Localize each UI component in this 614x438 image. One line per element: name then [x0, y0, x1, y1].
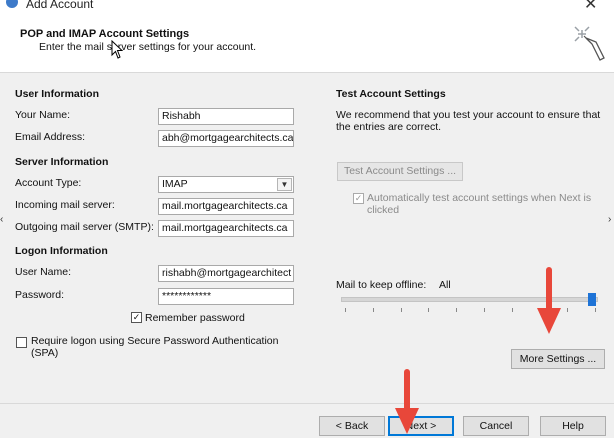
password-label: Password: — [15, 289, 65, 301]
slider-tick — [372, 308, 374, 312]
offline-label: Mail to keep offline: — [336, 279, 427, 291]
slider-tick — [345, 308, 346, 312]
account-type-label: Account Type: — [15, 177, 82, 189]
account-type-value: IMAP — [162, 178, 188, 190]
right-scroll-icon: › — [608, 214, 612, 225]
outgoing-server-label: Outgoing mail server (SMTP): — [15, 221, 154, 233]
server-info-heading: Server Information — [15, 156, 109, 168]
logon-info-heading: Logon Information — [15, 245, 108, 257]
incoming-server-field[interactable]: mail.mortgagearchitects.ca — [158, 198, 294, 215]
email-label: Email Address: — [15, 131, 86, 143]
left-scroll-icon: ‹ — [0, 214, 4, 225]
slider-tick — [483, 308, 485, 312]
incoming-server-label: Incoming mail server: — [15, 199, 115, 211]
help-button[interactable]: Help — [540, 416, 606, 436]
user-info-heading: User Information — [15, 88, 100, 100]
slider-tick — [595, 308, 596, 312]
slider-tick — [567, 308, 569, 312]
more-settings-button[interactable]: More Settings ... — [511, 349, 605, 369]
chevron-down-icon[interactable]: ▼ — [277, 178, 292, 191]
cancel-button[interactable]: Cancel — [463, 416, 529, 436]
slider-tick — [400, 308, 402, 312]
window-title: Add Account — [26, 0, 94, 11]
close-icon[interactable]: ✕ — [584, 0, 597, 14]
name-label: Your Name: — [15, 109, 71, 121]
auto-test-checkbox[interactable]: ✓ — [353, 193, 364, 204]
password-field[interactable]: ************ — [158, 288, 294, 305]
slider-tick — [511, 308, 513, 312]
offline-slider-thumb[interactable] — [588, 293, 596, 306]
page-title: POP and IMAP Account Settings — [20, 28, 190, 40]
page-subtitle: Enter the mail server settings for your … — [39, 41, 257, 53]
slider-tick — [428, 308, 430, 312]
account-type-select[interactable]: IMAP ▼ — [158, 176, 294, 193]
test-account-heading: Test Account Settings — [336, 88, 446, 100]
test-account-description: We recommend that you test your account … — [336, 109, 601, 133]
outgoing-server-field[interactable]: mail.mortgagearchitects.ca — [158, 220, 294, 237]
username-field[interactable]: rishabh@mortgagearchitect — [158, 265, 294, 282]
auto-test-label: Automatically test account settings when… — [367, 192, 592, 216]
spa-label: Require logon using Secure Password Auth… — [31, 335, 279, 359]
name-field[interactable]: Rishabh — [158, 108, 294, 125]
annotation-arrow-icon — [537, 267, 561, 334]
remember-password-checkbox[interactable]: ✓ — [131, 312, 142, 323]
back-button[interactable]: < Back — [319, 416, 385, 436]
test-account-settings-button[interactable]: Test Account Settings ... — [337, 162, 463, 181]
username-label: User Name: — [15, 266, 72, 278]
spa-checkbox[interactable] — [16, 337, 27, 348]
remember-password-label: Remember password — [145, 312, 245, 324]
offline-value: All — [439, 279, 451, 291]
wizard-wand-icon — [574, 26, 605, 61]
slider-tick — [456, 308, 458, 312]
mouse-cursor-icon — [111, 40, 124, 59]
annotation-arrow-icon — [395, 369, 419, 434]
footer-divider — [0, 403, 614, 404]
email-field[interactable]: abh@mortgagearchitects.ca — [158, 130, 294, 147]
